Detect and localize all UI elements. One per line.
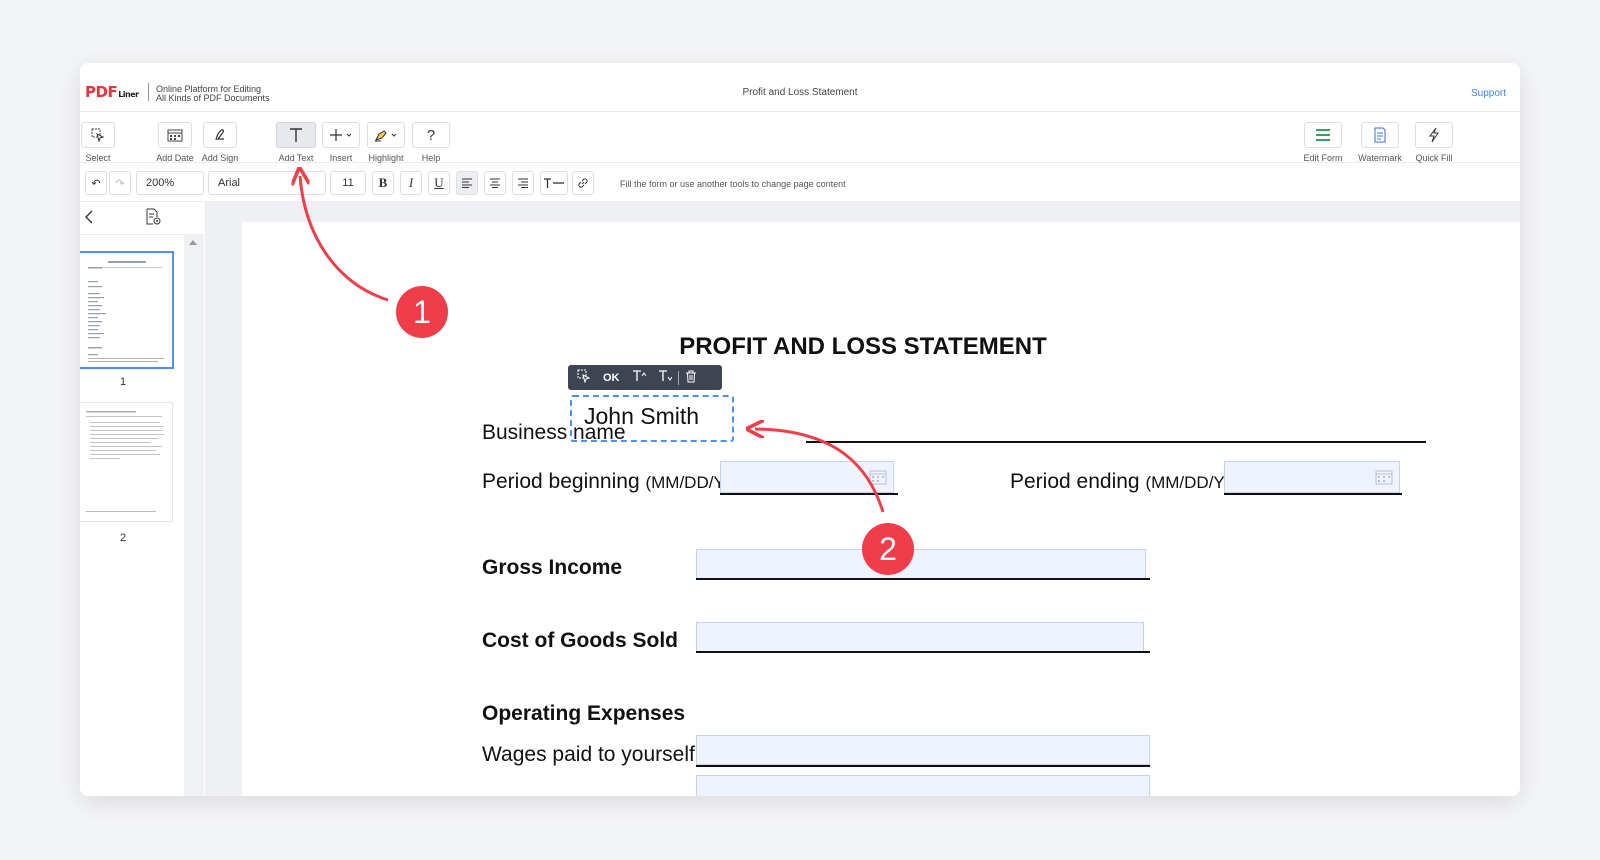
arrow-to-add-text <box>300 176 389 302</box>
step-badge-2: 2 <box>862 523 914 575</box>
arrow-to-textbox <box>755 429 885 513</box>
annotation-arrows <box>0 0 885 513</box>
step-badge-1: 1 <box>396 286 448 338</box>
